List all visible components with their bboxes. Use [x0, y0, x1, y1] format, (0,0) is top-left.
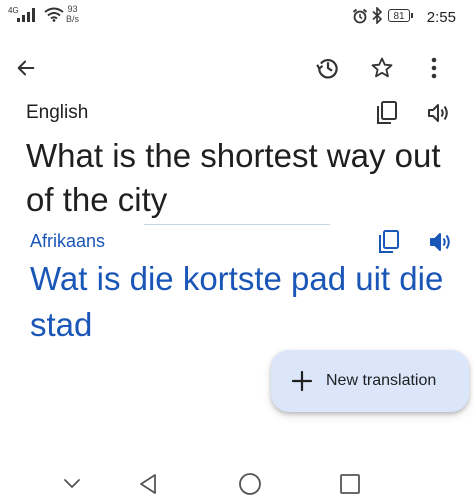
new-translation-label: New translation: [326, 372, 437, 389]
speaker-icon: [428, 104, 448, 122]
wifi-icon: [44, 7, 64, 22]
alarm-icon: [352, 8, 368, 24]
nav-back-button[interactable]: [132, 468, 164, 500]
clock: 2:55: [426, 9, 456, 26]
battery-level: 81: [393, 11, 405, 22]
new-translation-button[interactable]: New translation: [271, 350, 469, 412]
source-language-label[interactable]: English: [26, 102, 88, 124]
copy-icon: [377, 101, 397, 124]
chevron-down-icon: [64, 479, 80, 488]
system-navigation-bar: [0, 462, 474, 504]
bluetooth-icon: [372, 7, 383, 24]
battery-cap: [411, 13, 413, 18]
nav-back-icon: [140, 474, 156, 494]
network-speed-value: 93: [67, 4, 78, 14]
plus-icon: [291, 370, 313, 392]
translation-text[interactable]: Wat is die kortste pad uit die stad: [30, 256, 450, 348]
more-vert-icon: [431, 57, 437, 79]
more-options-button[interactable]: [416, 50, 452, 86]
back-button[interactable]: [8, 50, 44, 86]
speak-source-button[interactable]: [422, 98, 456, 128]
nav-home-button[interactable]: [234, 468, 266, 500]
nav-recents-button[interactable]: [334, 468, 366, 500]
section-divider: [144, 224, 330, 225]
copy-icon: [379, 230, 399, 253]
network-speed-unit: B/s: [66, 14, 80, 24]
history-icon: [316, 59, 338, 79]
speaker-icon: [430, 233, 450, 251]
collapse-keyboard-button[interactable]: [56, 470, 88, 498]
history-button[interactable]: [310, 50, 346, 86]
nav-recents-icon: [340, 474, 360, 494]
signal-strength-icon: [17, 8, 35, 22]
nav-home-icon: [239, 473, 261, 495]
copy-source-button[interactable]: [370, 98, 404, 128]
network-speed: 93 B/s: [66, 4, 79, 24]
source-text[interactable]: What is the shortest way out of the city: [26, 134, 446, 222]
copy-translation-button[interactable]: [372, 227, 406, 257]
battery-icon: 81: [388, 9, 410, 22]
status-bar: 4G 93 B/s 81 2:55: [0, 0, 474, 34]
save-favorite-button[interactable]: [364, 50, 400, 86]
target-language-label[interactable]: Afrikaans: [30, 231, 105, 252]
arrow-left-icon: [17, 60, 35, 76]
speak-translation-button[interactable]: [424, 227, 458, 257]
star-outline-icon: [371, 57, 393, 78]
